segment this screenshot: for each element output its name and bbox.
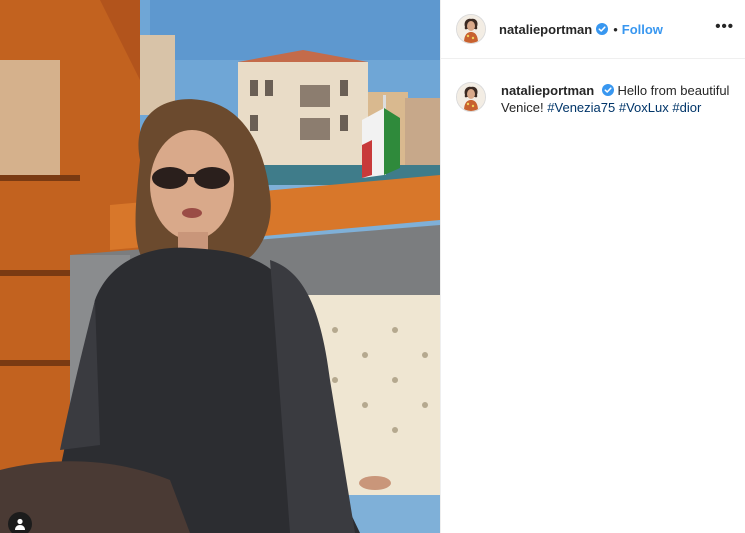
- follow-button[interactable]: Follow: [622, 22, 663, 37]
- caption-username[interactable]: natalieportman: [501, 83, 594, 98]
- post-sidebar: natalieportman • Follow ••• natalieportm…: [440, 0, 745, 533]
- user-tag-icon: [15, 518, 25, 530]
- caption-text-block: natalieportman Hello from beautiful Veni…: [501, 82, 731, 116]
- hashtag-voxlux[interactable]: #VoxLux: [619, 100, 669, 115]
- user-tag-button[interactable]: [8, 512, 32, 533]
- more-options-icon[interactable]: •••: [715, 18, 734, 35]
- username[interactable]: natalieportman: [499, 22, 592, 37]
- avatar[interactable]: [456, 14, 486, 44]
- hashtag-venezia75[interactable]: #Venezia75: [547, 100, 615, 115]
- hashtag-dior[interactable]: #dior: [672, 100, 701, 115]
- caption-avatar-image: [457, 83, 485, 111]
- photo-illustration: [0, 0, 440, 533]
- post-header: natalieportman • Follow •••: [441, 0, 745, 59]
- caption-avatar[interactable]: [456, 82, 486, 112]
- verified-badge-icon: [596, 23, 609, 35]
- caption-verified-badge-icon: [601, 84, 614, 96]
- avatar-image: [457, 15, 485, 43]
- post-caption: natalieportman Hello from beautiful Veni…: [456, 82, 736, 116]
- follow-separator: •: [613, 21, 618, 37]
- post-photo[interactable]: [0, 0, 440, 533]
